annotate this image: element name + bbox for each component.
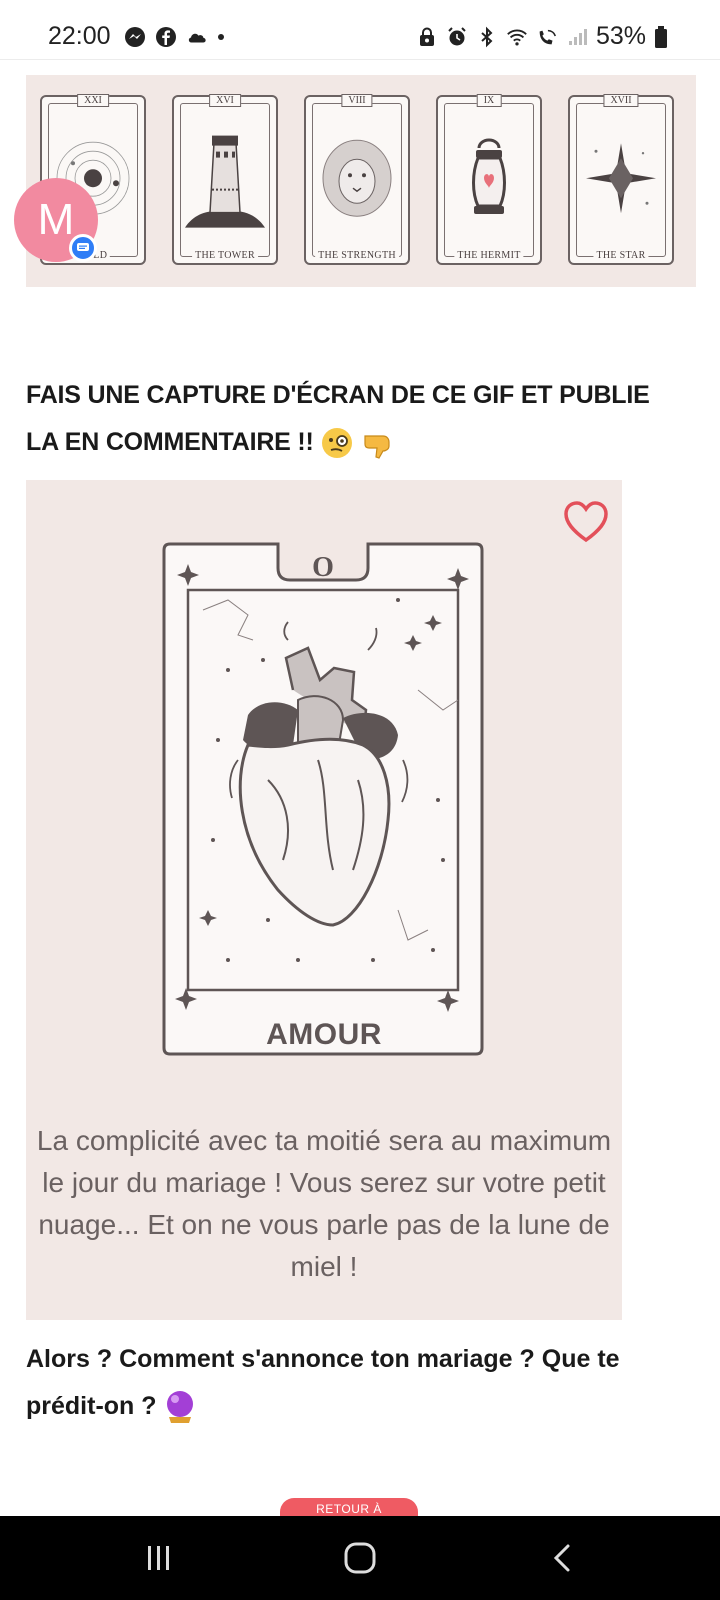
back-button[interactable]: [540, 1536, 584, 1580]
tarot-card-star: XVII THE STAR: [568, 94, 674, 265]
card-number: VIII: [341, 94, 373, 107]
tarot-result-image: O AMOUR La complicité avec ta moitié ser…: [26, 480, 622, 1320]
monocle-face-emoji: [322, 428, 353, 459]
battery-percent: 53%: [595, 22, 646, 50]
card-name: THE STAR: [593, 250, 649, 261]
heart-icon: [564, 501, 608, 543]
status-bar: 22:00 53%: [0, 0, 720, 60]
chat-icon: [77, 243, 89, 251]
card-number-label: O: [312, 552, 334, 583]
lock-icon: [419, 27, 434, 46]
card-number: XXI: [77, 94, 109, 107]
notification-icons: [124, 26, 225, 48]
post-question: Alors ? Comment s'annonce ton mariage ? …: [26, 1336, 686, 1430]
lantern-icon: [472, 138, 506, 214]
card-name: THE STRENGTH: [315, 250, 399, 261]
back-icon: [553, 1544, 570, 1572]
star-icon: [586, 143, 656, 214]
wifi-calling-icon: [539, 29, 556, 44]
battery-icon: [655, 25, 667, 48]
card-number: XVI: [209, 94, 241, 107]
message-badge-icon[interactable]: [69, 234, 97, 262]
signal-icon: [568, 28, 587, 45]
tarot-card-strength: VIII THE STRENGTH: [304, 94, 410, 265]
avatar-initial: M: [37, 195, 75, 244]
card-name: THE HERMIT: [454, 250, 524, 261]
home-icon: [344, 1542, 376, 1574]
dot-icon: [218, 34, 224, 40]
recent-apps-button[interactable]: [137, 1536, 181, 1580]
alarm-icon: [448, 26, 466, 45]
card-number: XVII: [603, 94, 639, 107]
bluetooth-icon: [481, 26, 493, 47]
amour-tarot-card: O: [162, 542, 484, 1056]
wifi-icon: [507, 29, 527, 46]
pointing-down-emoji: [364, 435, 390, 460]
card-name: THE TOWER: [192, 250, 258, 261]
tarot-card-tower: XVI THE TOWER: [172, 94, 278, 265]
post-heading: FAIS UNE CAPTURE D'ÉCRAN DE CE GIF ET PU…: [26, 372, 686, 466]
tarot-cards-banner: XXI ORLD XVI THE TOWER VIII: [26, 75, 696, 287]
home-button[interactable]: [338, 1536, 382, 1580]
lion-icon: [322, 139, 392, 217]
facebook-icon: [156, 27, 176, 47]
question-text: Alors ? Comment s'annonce ton mariage ? …: [26, 1345, 620, 1420]
tarot-card-hermit: IX THE HERMIT: [436, 94, 542, 265]
system-icons: 53%: [416, 22, 668, 51]
card-number: IX: [476, 94, 502, 107]
tower-icon: [185, 135, 265, 228]
card-description: La complicité avec ta moitié sera au max…: [36, 1125, 612, 1282]
crystal-ball-emoji: [167, 1391, 194, 1424]
cloud-icon: [188, 33, 206, 43]
card-title: AMOUR: [266, 1018, 382, 1051]
messenger-icon: [125, 27, 145, 47]
status-time: 22:00: [48, 22, 111, 50]
system-navigation-bar: [0, 1516, 720, 1600]
recent-apps-icon: [148, 1546, 169, 1570]
